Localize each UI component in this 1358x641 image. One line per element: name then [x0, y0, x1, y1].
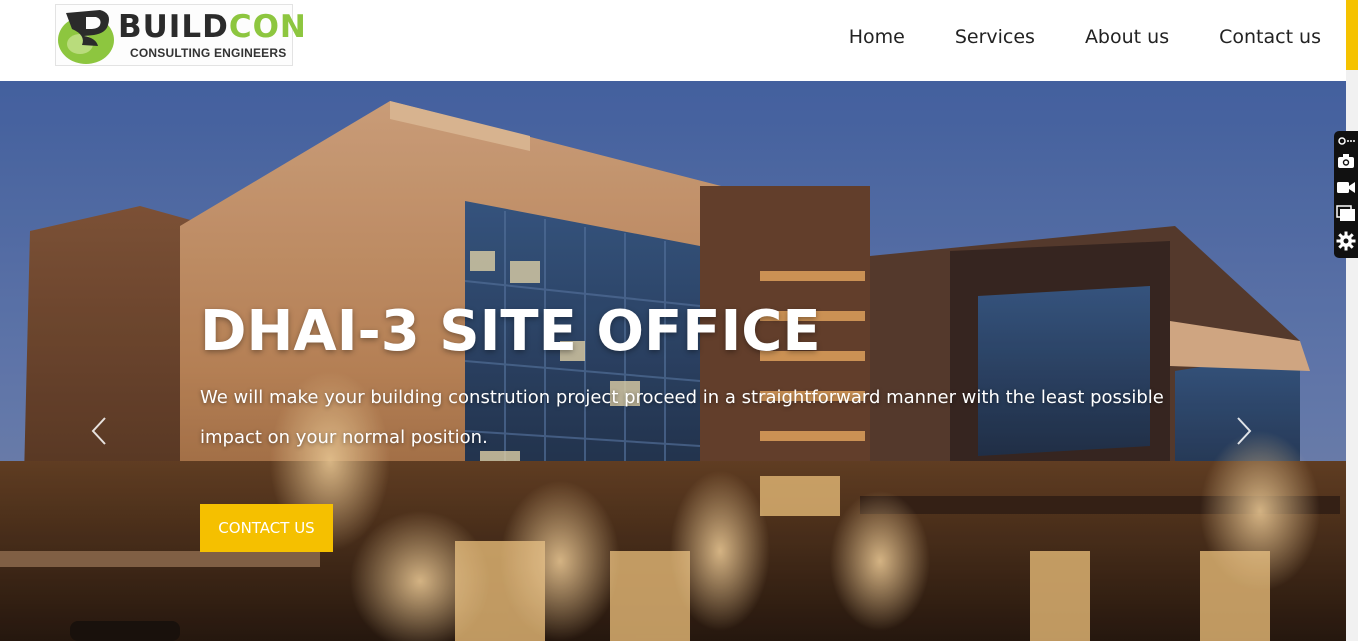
brand-name-part2: CON [228, 9, 307, 45]
camera-icon[interactable] [1336, 151, 1356, 171]
brand-name-part1: BUILD [118, 9, 229, 45]
scrollbar[interactable] [1346, 0, 1358, 641]
nav-item-services[interactable]: Services [955, 22, 1035, 52]
page: BUILDCON CONSULTING ENGINEERS Home Servi… [0, 0, 1358, 641]
video-icon[interactable] [1336, 177, 1356, 197]
chevron-right-icon[interactable] [1232, 414, 1256, 448]
brand-logo[interactable]: BUILDCON CONSULTING ENGINEERS [55, 4, 306, 66]
windows-icon[interactable] [1336, 203, 1356, 223]
brand-tagline: CONSULTING ENGINEERS [130, 46, 287, 60]
gear-icon[interactable] [1336, 231, 1356, 251]
nav-item-contact-us[interactable]: Contact us [1219, 22, 1321, 52]
floating-toolbar [1334, 131, 1358, 258]
brand-name: BUILDCON [118, 9, 307, 45]
hero-title: DHAI-3 SITE OFFICE [200, 299, 821, 364]
main-nav: Home Services About us Contact us [849, 22, 1321, 52]
chevron-left-icon[interactable] [87, 414, 111, 448]
hero-description: We will make your building constrution p… [200, 387, 1164, 448]
hero-slider: DHAI-3 SITE OFFICE We will make your bui… [0, 81, 1346, 641]
logo-mark-icon [58, 10, 114, 64]
contact-us-button[interactable]: CONTACT US [200, 504, 333, 552]
scrollbar-thumb[interactable] [1346, 0, 1358, 70]
site-header: BUILDCON CONSULTING ENGINEERS Home Servi… [0, 0, 1346, 81]
nav-item-about-us[interactable]: About us [1085, 22, 1169, 52]
link-icon[interactable] [1336, 133, 1356, 153]
nav-item-home[interactable]: Home [849, 22, 905, 52]
